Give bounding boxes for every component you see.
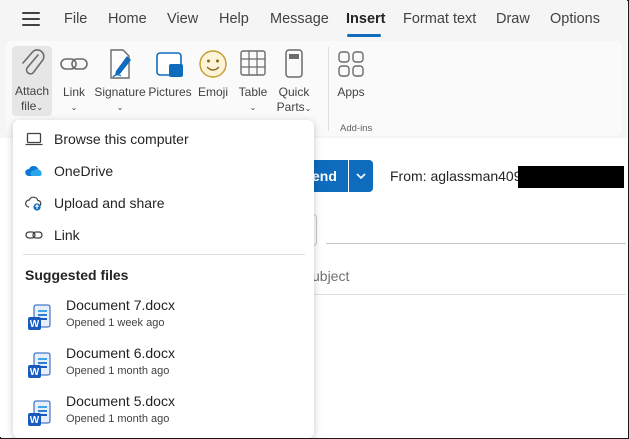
table-button[interactable]: Table ⌄ — [236, 47, 270, 115]
signature-button[interactable]: Signature ⌄ — [94, 47, 146, 115]
apps-label: Apps — [337, 85, 365, 99]
tab-home[interactable]: Home — [108, 11, 147, 27]
cloud-upload-icon — [25, 196, 42, 211]
svg-text:W: W — [30, 319, 40, 330]
apps-button[interactable]: Apps — [332, 47, 370, 100]
file-opened-time: Opened 1 week ago — [66, 317, 165, 329]
chevron-down-icon: ⌄ — [304, 104, 312, 113]
suggested-file-item[interactable]: W Document 5.docx Opened 1 month ago — [13, 393, 314, 437]
emoji-smiley-icon — [199, 50, 227, 78]
hamburger-menu-icon[interactable] — [22, 12, 40, 26]
link-icon — [25, 231, 43, 239]
menu-tab-bar: File Home View Help Message Insert Forma… — [0, 0, 627, 40]
redacted-email-block — [518, 166, 624, 188]
pictures-button[interactable]: Pictures — [148, 47, 192, 100]
svg-text:W: W — [30, 415, 40, 426]
from-field[interactable]: From: aglassman409 — [390, 168, 522, 184]
tab-format-text[interactable]: Format text — [403, 11, 476, 27]
chevron-down-icon: ⌄ — [249, 103, 257, 112]
tab-file[interactable]: File — [64, 11, 87, 27]
menu-item-link[interactable]: Link — [13, 220, 314, 250]
file-name: Document 7.docx — [66, 297, 175, 313]
menu-divider — [23, 254, 305, 255]
quick-parts-label-1: Quick — [278, 85, 310, 99]
pictures-label: Pictures — [148, 85, 192, 99]
tab-options[interactable]: Options — [550, 11, 600, 27]
picture-icon — [156, 52, 183, 77]
signature-label: Signature — [94, 85, 146, 99]
menu-item-label: Link — [54, 227, 80, 243]
suggested-file-item[interactable]: W Document 6.docx Opened 1 month ago — [13, 345, 314, 389]
menu-item-label: Upload and share — [54, 195, 165, 211]
menu-item-browse-computer[interactable]: Browse this computer — [13, 124, 314, 154]
attach-file-label-1: Attach — [14, 84, 50, 98]
apps-grid-icon — [338, 51, 364, 77]
link-icon — [60, 58, 88, 70]
tab-draw[interactable]: Draw — [496, 11, 530, 27]
recipient-divider — [326, 243, 626, 244]
tab-view[interactable]: View — [167, 11, 198, 27]
send-options-button[interactable] — [349, 160, 373, 192]
attach-file-menu: Browse this computer OneDrive Upload and… — [13, 120, 314, 438]
chevron-down-icon: ⌄ — [36, 103, 44, 112]
attach-file-label-2: file — [20, 99, 37, 113]
chevron-down-icon: ⌄ — [116, 103, 124, 112]
menu-item-onedrive[interactable]: OneDrive — [13, 156, 314, 186]
active-tab-indicator — [347, 34, 381, 37]
tab-insert[interactable]: Insert — [346, 11, 386, 27]
onedrive-cloud-icon — [25, 165, 42, 176]
word-document-icon: W — [28, 400, 51, 426]
chevron-down-icon: ⌄ — [70, 103, 78, 112]
table-grid-icon — [240, 50, 266, 76]
emoji-button[interactable]: Emoji — [196, 47, 230, 100]
link-label: Link — [62, 85, 85, 99]
tab-help[interactable]: Help — [219, 11, 249, 27]
addins-group-label: Add-ins — [340, 123, 373, 134]
suggested-file-item[interactable]: W Document 7.docx Opened 1 week ago — [13, 297, 314, 341]
word-document-icon: W — [28, 352, 51, 378]
table-label: Table — [238, 85, 268, 99]
emoji-label: Emoji — [197, 85, 228, 99]
menu-item-upload-share[interactable]: Upload and share — [13, 188, 314, 218]
quick-parts-label-2: Parts — [276, 100, 305, 114]
signature-icon — [110, 49, 131, 79]
chevron-down-icon — [356, 173, 366, 180]
ribbon-group-divider — [328, 47, 329, 131]
file-opened-time: Opened 1 month ago — [66, 365, 170, 377]
word-document-icon: W — [28, 304, 51, 330]
subject-input[interactable]: ubject — [312, 268, 349, 284]
subject-divider — [310, 294, 626, 295]
file-name: Document 5.docx — [66, 393, 175, 409]
link-button[interactable]: Link ⌄ — [58, 47, 90, 115]
menu-item-label: Browse this computer — [54, 131, 189, 147]
attach-file-button[interactable]: Attach file⌄ — [12, 46, 52, 116]
menu-item-label: OneDrive — [54, 163, 114, 179]
quick-parts-label-2-row: Parts⌄ — [275, 100, 313, 116]
file-opened-time: Opened 1 month ago — [66, 413, 170, 425]
file-name: Document 6.docx — [66, 345, 175, 361]
quick-parts-icon — [285, 49, 303, 78]
attach-file-label-2-row: file⌄ — [12, 99, 52, 115]
laptop-icon — [25, 132, 43, 146]
tab-message[interactable]: Message — [270, 11, 329, 27]
svg-text:W: W — [30, 367, 40, 378]
paperclip-icon — [22, 49, 45, 75]
suggested-files-heading: Suggested files — [25, 267, 129, 283]
quick-parts-button[interactable]: Quick Parts⌄ — [275, 47, 313, 116]
